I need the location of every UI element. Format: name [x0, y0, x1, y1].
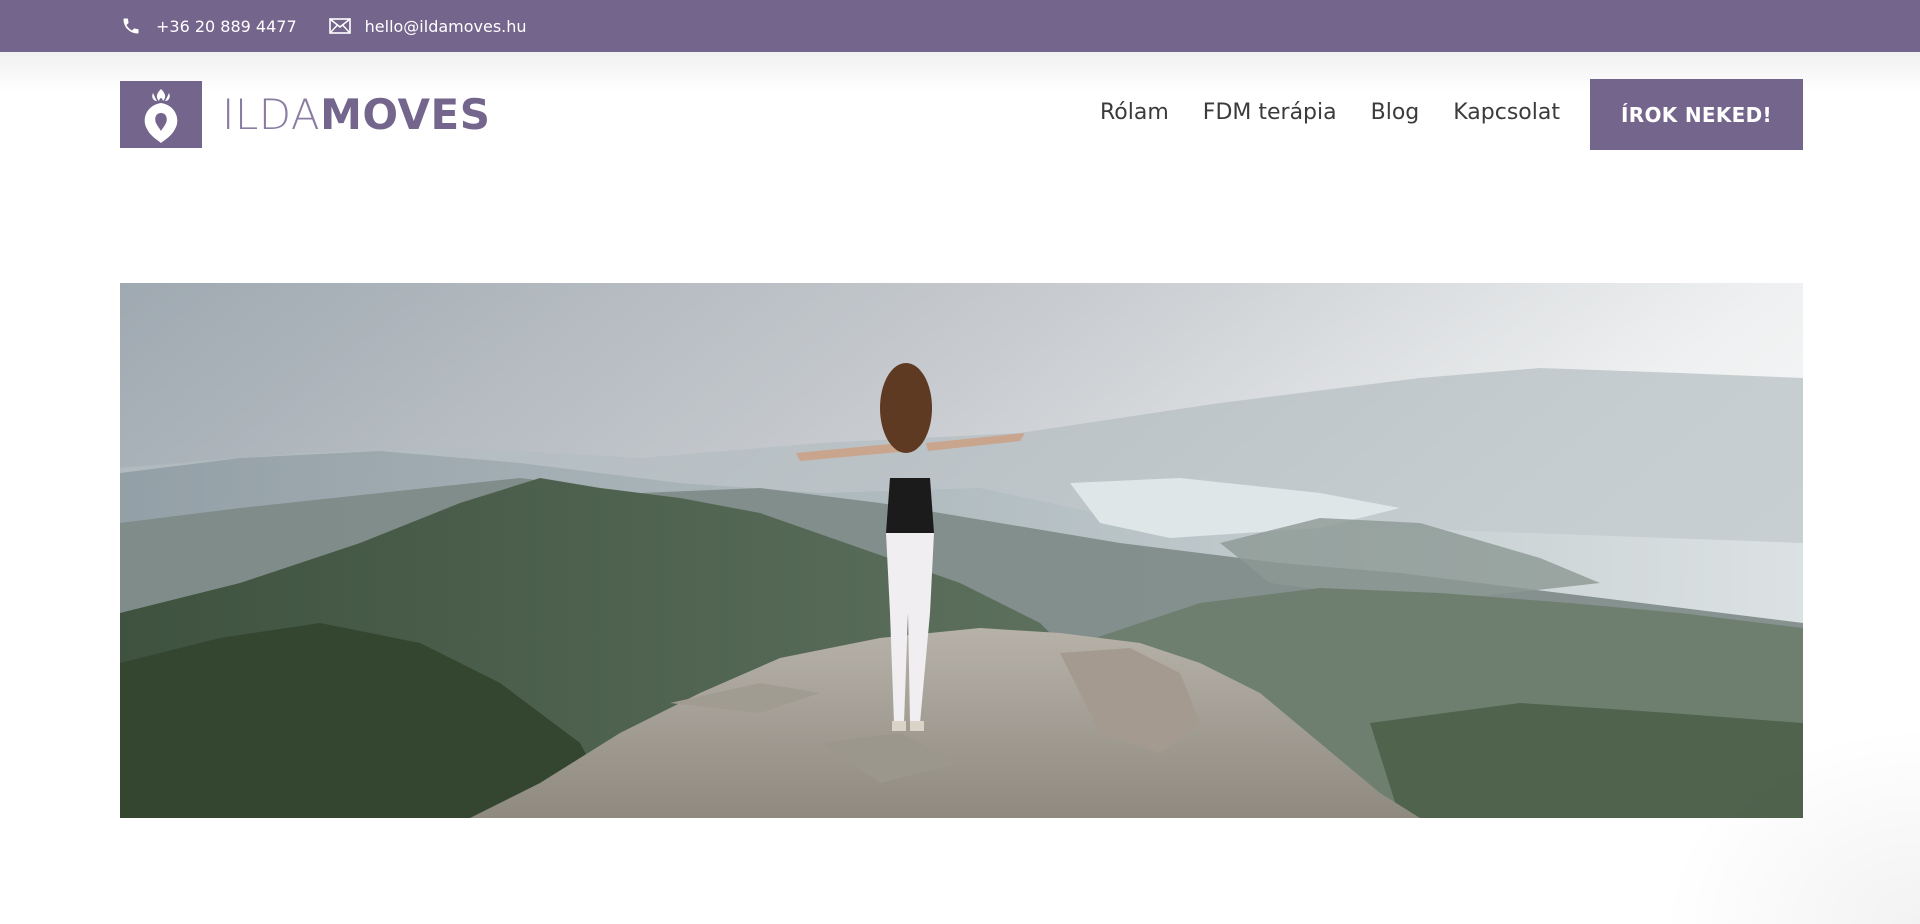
hero-image [120, 283, 1803, 818]
main-navigation: Rólam FDM terápia Blog Kapcsolat [1100, 100, 1560, 125]
phone-number[interactable]: +36 20 889 4477 [156, 17, 297, 36]
contact-cta-button[interactable]: ÍROK NEKED! [1590, 79, 1803, 150]
nav-item-kapcsolat[interactable]: Kapcsolat [1453, 100, 1560, 125]
nav-item-rolam[interactable]: Rólam [1100, 100, 1169, 125]
nav-item-blog[interactable]: Blog [1371, 100, 1420, 125]
phone-icon [120, 15, 142, 37]
landscape-photo [120, 283, 1803, 818]
nav-item-fdm-terapia[interactable]: FDM terápia [1203, 100, 1337, 125]
top-contact-bar: +36 20 889 4477 hello@ildamoves.hu [0, 0, 1920, 52]
logo-text-bold: MOVES [320, 89, 491, 139]
logo-text-light: ILDA [222, 89, 321, 139]
email-address[interactable]: hello@ildamoves.hu [365, 17, 527, 36]
email-contact[interactable]: hello@ildamoves.hu [328, 15, 527, 37]
logo-mark-icon [120, 81, 202, 148]
site-logo[interactable]: ILDAMOVES [120, 81, 490, 148]
phone-contact[interactable]: +36 20 889 4477 [120, 15, 297, 37]
mail-icon [328, 15, 351, 37]
logo-wordmark: ILDAMOVES [222, 93, 490, 136]
